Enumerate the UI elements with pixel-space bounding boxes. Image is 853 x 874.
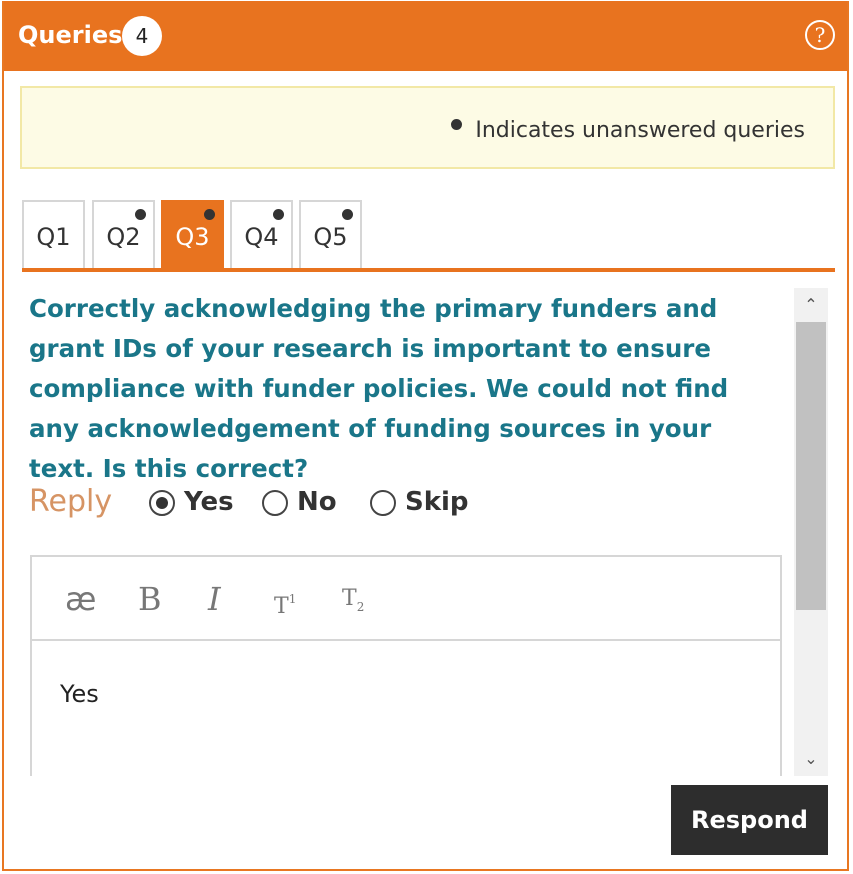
- ae-ligature-button[interactable]: æ: [65, 579, 96, 619]
- tab-label: Q5: [313, 223, 348, 251]
- tab-q1[interactable]: Q1: [22, 200, 85, 268]
- subscript-glyph: T: [342, 586, 357, 611]
- response-text-area[interactable]: Yes: [60, 677, 99, 711]
- reply-label: Reply: [29, 484, 113, 519]
- unanswered-dot-icon: [451, 119, 462, 130]
- editor-toolbar: æ B I T1 T2: [32, 557, 780, 641]
- unanswered-legend: Indicates unanswered queries: [20, 86, 835, 169]
- tab-q2[interactable]: Q2: [92, 200, 155, 268]
- subscript-mark: 2: [356, 600, 365, 614]
- superscript-button[interactable]: T1: [274, 579, 296, 619]
- tab-q3[interactable]: Q3: [161, 200, 224, 268]
- tab-underline: [22, 268, 835, 272]
- panel-title: Queries: [18, 21, 123, 49]
- italic-button[interactable]: I: [208, 579, 221, 619]
- tab-label: Q2: [106, 223, 141, 251]
- tab-q4[interactable]: Q4: [230, 200, 293, 268]
- queries-panel: Queries 4 ? Indicates unanswered queries…: [2, 1, 849, 871]
- panel-header: Queries 4 ?: [4, 1, 847, 71]
- unanswered-dot-icon: [273, 209, 284, 220]
- unanswered-dot-icon: [204, 209, 215, 220]
- response-editor: æ B I T1 T2 Yes: [30, 555, 782, 776]
- scroll-down-icon[interactable]: ⌄: [794, 742, 828, 776]
- help-icon[interactable]: ?: [805, 20, 835, 50]
- query-content: Correctly acknowledging the primary fund…: [22, 288, 792, 776]
- respond-button[interactable]: Respond: [671, 785, 828, 855]
- tab-label: Q1: [36, 223, 71, 251]
- tab-label: Q3: [175, 223, 210, 251]
- tab-q5[interactable]: Q5: [299, 200, 362, 268]
- radio-unchecked-icon[interactable]: [370, 490, 396, 516]
- unanswered-dot-icon: [342, 209, 353, 220]
- radio-label: Yes: [184, 487, 234, 517]
- scroll-thumb[interactable]: [796, 322, 826, 610]
- unanswered-dot-icon: [135, 209, 146, 220]
- radio-checked-icon[interactable]: [149, 490, 175, 516]
- bold-button[interactable]: B: [138, 579, 162, 619]
- radio-unchecked-icon[interactable]: [262, 490, 288, 516]
- scroll-up-icon[interactable]: ⌃: [794, 288, 828, 322]
- superscript-mark: 1: [288, 592, 297, 606]
- tab-label: Q4: [244, 223, 279, 251]
- radio-label: Skip: [405, 487, 469, 517]
- legend-text: Indicates unanswered queries: [475, 118, 805, 143]
- query-count-badge: 4: [122, 16, 162, 56]
- reply-row: Reply Yes No Skip: [29, 482, 769, 522]
- radio-label: No: [297, 487, 337, 517]
- superscript-glyph: T: [274, 594, 289, 619]
- content-scrollbar[interactable]: ⌃ ⌄: [794, 288, 828, 776]
- query-text: Correctly acknowledging the primary fund…: [29, 294, 729, 483]
- subscript-button[interactable]: T2: [342, 579, 364, 619]
